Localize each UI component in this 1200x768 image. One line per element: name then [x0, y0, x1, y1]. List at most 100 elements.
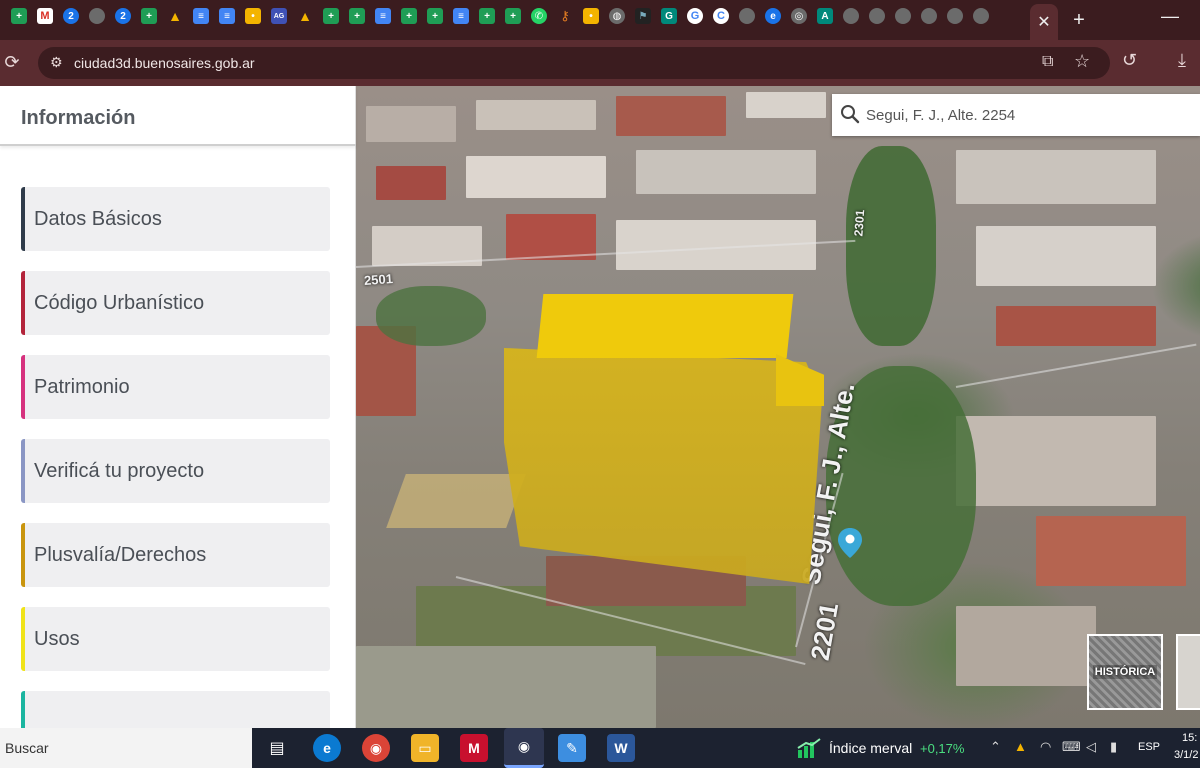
clock-date[interactable]: 3/1/2 — [1174, 749, 1198, 761]
sheets-icon[interactable]: + — [141, 8, 157, 24]
blue-circle-icon[interactable]: 2 — [115, 8, 131, 24]
docs-icon[interactable]: ≡ — [193, 8, 209, 24]
location-pin-icon[interactable] — [838, 528, 862, 558]
docs-icon[interactable]: ≡ — [219, 8, 235, 24]
parcel-footprint — [386, 474, 526, 528]
chrome-icon[interactable]: ◎ — [791, 8, 807, 24]
menu-item-codigo-urbanistico[interactable]: Código Urbanístico — [21, 271, 330, 335]
grey-circle-icon[interactable] — [89, 8, 105, 24]
battery-icon[interactable]: ▮ — [1110, 739, 1117, 755]
flag-icon[interactable]: ⚑ — [635, 8, 651, 24]
minimize-window-button[interactable]: — — [1160, 6, 1180, 27]
word-icon[interactable]: W — [607, 734, 635, 762]
site-info-icon[interactable]: ⚙ — [50, 54, 63, 71]
reload-icon[interactable]: ⟳ — [2, 52, 22, 73]
active-tab[interactable]: ✕ — [1030, 4, 1058, 40]
map-block — [996, 306, 1156, 346]
volume-icon[interactable]: ◁ — [1086, 739, 1096, 755]
task-view-icon[interactable]: ▤ — [263, 734, 291, 762]
globe-icon[interactable]: ◍ — [609, 8, 625, 24]
menu-item-datos-basicos[interactable]: Datos Básicos — [21, 187, 330, 251]
menu-item-accent — [21, 187, 25, 251]
menu-item-usos[interactable]: Usos — [21, 607, 330, 671]
blue-circle-icon[interactable]: 2 — [63, 8, 79, 24]
sidepanel-header: Información — [0, 86, 356, 146]
grey-circle-icon[interactable] — [739, 8, 755, 24]
merval-change: +0,17% — [920, 741, 965, 756]
street-number-label: 2501 — [363, 271, 394, 288]
key-icon[interactable]: ⚷ — [557, 8, 573, 24]
browser-tab-strip: + M 2 2 + ▲ ≡ ≡ • AG ▲ + + ≡ + + ≡ + + ✆… — [0, 0, 1200, 40]
menu-item-patrimonio[interactable]: Patrimonio — [21, 355, 330, 419]
edge-icon[interactable]: e — [313, 734, 341, 762]
keep-icon[interactable]: • — [583, 8, 599, 24]
install-app-icon[interactable]: ⧉ — [1042, 53, 1053, 71]
chrome-profile-icon[interactable]: ◉ — [504, 728, 544, 768]
sheets-icon[interactable]: + — [323, 8, 339, 24]
close-tab-icon[interactable]: ✕ — [1037, 12, 1050, 32]
a-icon[interactable]: A — [817, 8, 833, 24]
history-icon[interactable]: ↺ — [1122, 50, 1137, 71]
bookmark-star-icon[interactable]: ☆ — [1074, 51, 1090, 72]
taskbar-search-box[interactable]: Buscar — [0, 728, 252, 768]
grey-circle-icon[interactable] — [869, 8, 885, 24]
edge-icon[interactable]: e — [765, 8, 781, 24]
tree-canopy — [846, 146, 936, 346]
clock-time[interactable]: 15: — [1182, 732, 1197, 744]
mcafee-icon[interactable]: M — [460, 734, 488, 762]
sheets-icon[interactable]: + — [401, 8, 417, 24]
sheets-icon[interactable]: + — [479, 8, 495, 24]
3d-building-volume[interactable] — [504, 348, 822, 584]
3d-map-view[interactable]: 2501 2301 2201 Segui, F. J., Alte. HISTÓ… — [356, 86, 1200, 728]
tray-expand-icon[interactable]: ⌃ — [990, 739, 1001, 755]
grey-circle-icon[interactable] — [895, 8, 911, 24]
sheets-icon[interactable]: + — [505, 8, 521, 24]
keep-icon[interactable]: • — [245, 8, 261, 24]
whatsapp-icon[interactable]: ✆ — [531, 8, 547, 24]
address-search-box[interactable] — [832, 94, 1200, 136]
menu-item-label: Datos Básicos — [34, 208, 162, 230]
map-block — [956, 150, 1156, 204]
grey-circle-icon[interactable] — [843, 8, 859, 24]
menu-item-plusvalia-derechos[interactable]: Plusvalía/Derechos — [21, 523, 330, 587]
drive-icon[interactable]: ▲ — [167, 8, 183, 24]
sheets-icon[interactable]: + — [349, 8, 365, 24]
menu-item-label: Plusvalía/Derechos — [34, 544, 207, 566]
ag-icon[interactable]: AG — [271, 8, 287, 24]
search-icon[interactable] — [840, 104, 860, 124]
docs-icon[interactable]: ≡ — [375, 8, 391, 24]
chrome-icon[interactable]: ◉ — [362, 734, 390, 762]
sheets-icon[interactable]: + — [11, 8, 27, 24]
address-search-input[interactable] — [866, 102, 1196, 128]
c-icon[interactable]: C — [713, 8, 729, 24]
map-layer-thumbnail[interactable] — [1176, 634, 1200, 710]
url-text[interactable]: ciudad3d.buenosaires.gob.ar — [74, 55, 255, 71]
address-bar[interactable]: ⚙ ciudad3d.buenosaires.gob.ar ⧉ ☆ — [38, 47, 1110, 79]
keyboard-icon[interactable]: ⌨ — [1062, 739, 1081, 755]
new-tab-button[interactable]: + — [1068, 9, 1090, 32]
menu-item-accent — [21, 439, 25, 503]
wifi-icon[interactable]: ◠ — [1040, 739, 1051, 755]
docs-icon[interactable]: ≡ — [453, 8, 469, 24]
gmail-icon[interactable]: M — [37, 8, 53, 24]
menu-item-label: Código Urbanístico — [34, 292, 205, 314]
historica-layer-button[interactable]: HISTÓRICA — [1087, 634, 1163, 710]
grey-circle-icon[interactable] — [973, 8, 989, 24]
drive-icon[interactable]: ▲ — [297, 8, 313, 24]
sheets-icon[interactable]: + — [427, 8, 443, 24]
grey-circle-icon[interactable] — [921, 8, 937, 24]
grey-circle-icon[interactable] — [947, 8, 963, 24]
merval-label[interactable]: Índice merval — [829, 740, 912, 756]
drive-tray-icon[interactable]: ▲ — [1014, 739, 1027, 754]
file-explorer-icon[interactable]: ▭ — [411, 734, 439, 762]
g-icon[interactable]: G — [661, 8, 677, 24]
menu-item-partial[interactable] — [21, 691, 330, 728]
google-icon[interactable]: G — [687, 8, 703, 24]
download-icon[interactable]: ⤓ — [1178, 50, 1186, 71]
merval-chart-icon[interactable] — [796, 738, 822, 758]
menu-item-verifica-tu-proyecto[interactable]: Verificá tu proyecto — [21, 439, 330, 503]
paint-icon[interactable]: ✎ — [558, 734, 586, 762]
input-language[interactable]: ESP — [1138, 741, 1160, 753]
windows-taskbar: Buscar ▤ e ◉ ▭ M ◉ ✎ W Índice merval +0,… — [0, 728, 1200, 768]
3d-building-top — [536, 294, 794, 358]
